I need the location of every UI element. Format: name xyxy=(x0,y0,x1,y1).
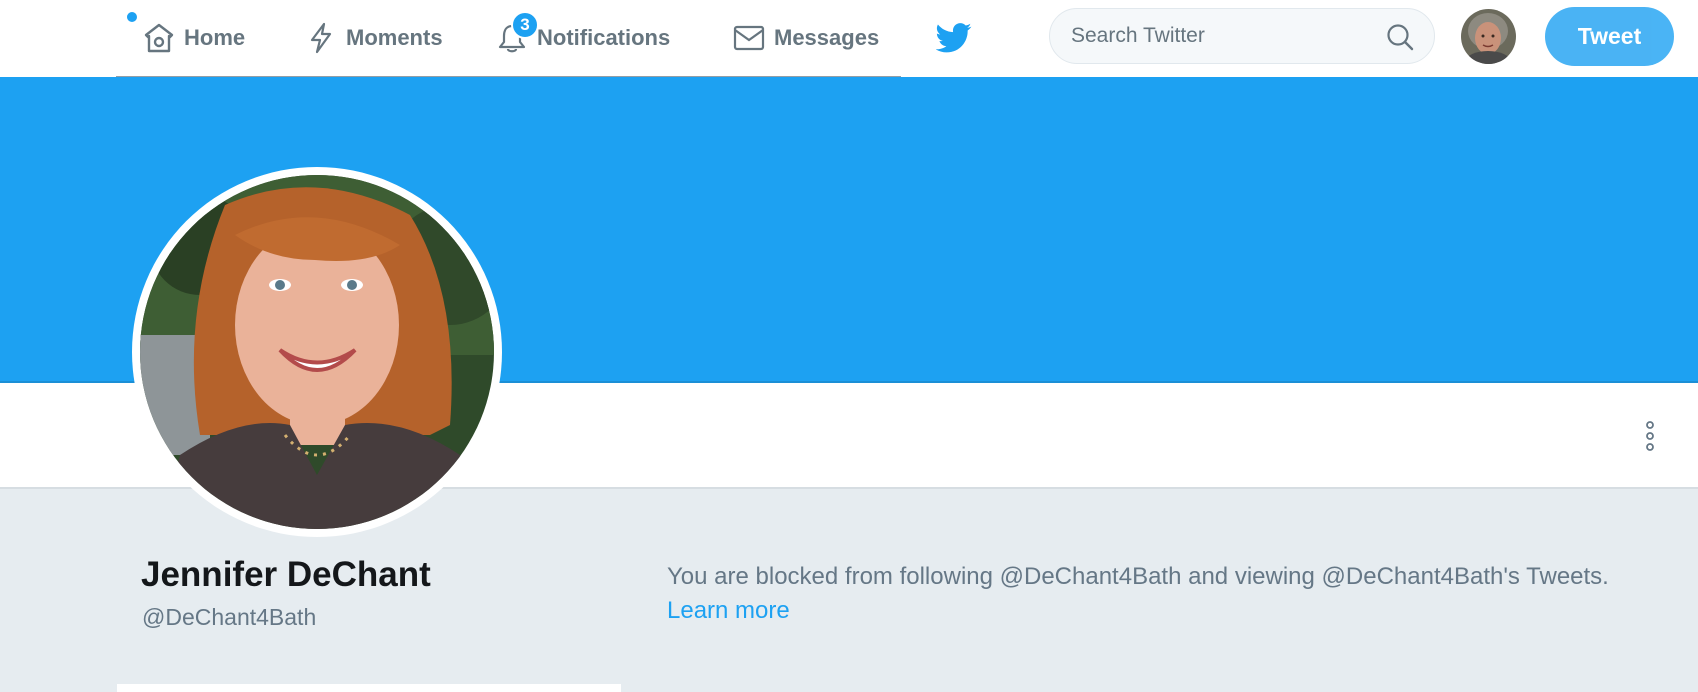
profile-name: Jennifer DeChant xyxy=(141,555,431,594)
top-nav-bar: Home Moments 3 Notifications Messages Se… xyxy=(0,0,1698,78)
messages-icon xyxy=(732,21,766,55)
nav-home-label: Home xyxy=(184,25,246,50)
more-options-icon[interactable] xyxy=(1640,418,1660,454)
twitter-logo-icon[interactable] xyxy=(936,22,972,54)
moments-icon xyxy=(304,21,338,55)
search-icon[interactable] xyxy=(1386,23,1414,51)
profile-avatar[interactable] xyxy=(132,167,502,537)
notifications-count-badge: 3 xyxy=(511,11,539,39)
new-content-dot xyxy=(127,12,137,22)
nav-notifications-label: Notifications xyxy=(537,25,671,50)
nav-moments[interactable]: Moments xyxy=(304,18,443,58)
search-input[interactable] xyxy=(1071,24,1371,48)
nav-home[interactable]: Home xyxy=(142,18,245,58)
tweet-button[interactable]: Tweet xyxy=(1545,7,1674,66)
blocked-notice: You are blocked from following @DeChant4… xyxy=(667,560,1667,628)
blocked-notice-text: You are blocked from following @DeChant4… xyxy=(667,563,1609,590)
profile-card-edge xyxy=(117,684,621,692)
nav-messages[interactable]: Messages xyxy=(732,18,879,58)
profile-photo xyxy=(140,175,494,529)
account-avatar[interactable] xyxy=(1461,9,1516,64)
notifications-icon: 3 xyxy=(495,11,539,55)
home-icon xyxy=(142,21,176,55)
nav-notifications[interactable]: 3 Notifications xyxy=(495,11,671,58)
search-box[interactable] xyxy=(1049,8,1435,64)
nav-moments-label: Moments xyxy=(346,25,443,50)
learn-more-link[interactable]: Learn more xyxy=(667,597,790,624)
profile-handle: @DeChant4Bath xyxy=(142,604,317,630)
nav-messages-label: Messages xyxy=(774,25,880,50)
